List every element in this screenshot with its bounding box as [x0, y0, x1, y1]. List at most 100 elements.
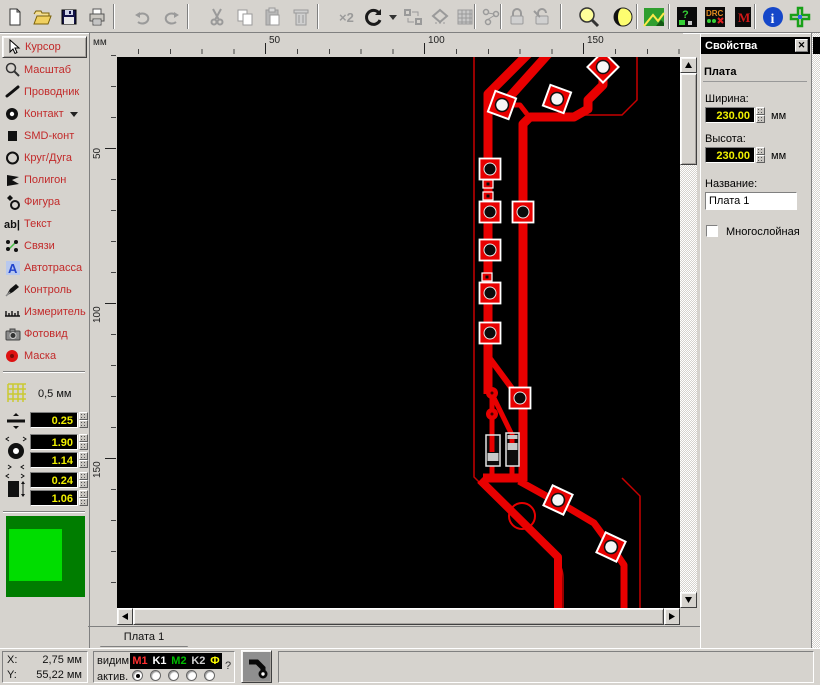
scroll-left-button[interactable]: [117, 608, 133, 625]
radio-layer-k1[interactable]: [150, 670, 161, 681]
pad-hole-value[interactable]: 1.14: [30, 452, 78, 468]
paste-button[interactable]: [260, 4, 285, 29]
horizontal-scrollbar[interactable]: [117, 608, 680, 625]
grid-button[interactable]: [6, 382, 28, 404]
properties-titlebar[interactable]: Свойства ✕: [701, 37, 810, 54]
board-name-input[interactable]: [705, 192, 797, 210]
tool-text[interactable]: ab| Текст: [2, 213, 87, 235]
delete-button[interactable]: [288, 4, 313, 29]
spinner-up[interactable]: [79, 490, 88, 498]
radio-layer-m2[interactable]: [168, 670, 179, 681]
spinner-up[interactable]: [79, 452, 88, 460]
duplicate-x2-button[interactable]: ×2: [334, 4, 359, 29]
layer-f[interactable]: Ф: [210, 655, 219, 667]
spinner-down[interactable]: [756, 155, 765, 163]
height-spinner[interactable]: [756, 147, 765, 163]
spinner-up[interactable]: [79, 434, 88, 442]
track-width-value[interactable]: 0.25: [30, 412, 78, 428]
vertical-scrollbar[interactable]: [680, 57, 697, 608]
pad-hole-spinner[interactable]: [79, 452, 88, 468]
spinner-up[interactable]: [756, 107, 765, 115]
radio-layer-m1[interactable]: [132, 670, 143, 681]
tool-autoroute[interactable]: A Автотрасса: [2, 257, 87, 279]
pcb-canvas[interactable]: [117, 57, 680, 608]
lock-button[interactable]: [504, 4, 529, 29]
layer-k1[interactable]: K1: [152, 655, 166, 667]
smd-width-spinner[interactable]: [79, 472, 88, 488]
docked-panel-titlebar[interactable]: [813, 37, 820, 54]
grid-value-label[interactable]: 0,5 мм: [38, 388, 71, 400]
layer-k2[interactable]: K2: [191, 655, 205, 667]
contrast-view-button[interactable]: [610, 4, 635, 29]
tool-mask[interactable]: Маска: [2, 345, 87, 367]
flip-shape-button[interactable]: [427, 4, 452, 29]
tool-zoom[interactable]: Масштаб: [2, 59, 87, 81]
tool-figure[interactable]: Фигура: [2, 191, 87, 213]
width-value[interactable]: 230.00: [705, 107, 755, 123]
scroll-right-button[interactable]: [664, 608, 680, 625]
rotate-dropdown-button[interactable]: [386, 4, 399, 29]
radio-layer-f[interactable]: [204, 670, 215, 681]
macros-button[interactable]: M: [730, 4, 755, 29]
spinner-down[interactable]: [79, 420, 88, 428]
scrollbar-thumb[interactable]: [680, 73, 697, 165]
pad-dropdown-arrow-icon[interactable]: [70, 110, 79, 118]
scroll-up-button[interactable]: [680, 57, 697, 73]
new-document-button[interactable]: [2, 4, 27, 29]
spinner-down[interactable]: [79, 480, 88, 488]
tool-photo-view[interactable]: Фотовид: [2, 323, 87, 345]
tool-cursor[interactable]: Курсор: [2, 36, 87, 58]
close-icon[interactable]: ✕: [795, 39, 808, 52]
unlock-button[interactable]: [529, 4, 554, 29]
info-button[interactable]: i: [760, 4, 785, 29]
scrollbar-thumb[interactable]: [133, 608, 664, 625]
track-width-spinner[interactable]: [79, 412, 88, 428]
layer-m2[interactable]: M2: [171, 655, 186, 667]
pad-outer-spinner[interactable]: [79, 434, 88, 450]
move-pads-button[interactable]: [400, 4, 425, 29]
smd-width-value[interactable]: 0.24: [30, 472, 78, 488]
tool-pad[interactable]: Контакт: [2, 103, 87, 125]
zoom-tool-button[interactable]: [576, 4, 601, 29]
radio-layer-k2[interactable]: [186, 670, 197, 681]
spinner-up[interactable]: [79, 472, 88, 480]
tool-smd-pad[interactable]: SMD-конт: [2, 125, 87, 147]
smd-height-value[interactable]: 1.06: [30, 490, 78, 506]
find-component-button[interactable]: ?: [674, 4, 699, 29]
rotate-button[interactable]: [361, 4, 386, 29]
tool-probe[interactable]: Контроль: [2, 279, 87, 301]
smd-height-spinner[interactable]: [79, 490, 88, 506]
spinner-down[interactable]: [79, 442, 88, 450]
cursor-icon: [3, 38, 25, 56]
width-spinner[interactable]: [756, 107, 765, 123]
undo-button[interactable]: [130, 4, 155, 29]
layer-m1[interactable]: M1: [132, 655, 147, 667]
target-pointer-button[interactable]: [787, 4, 812, 29]
tab-plata1[interactable]: Плата 1: [100, 627, 188, 647]
save-file-button[interactable]: [56, 4, 81, 29]
cut-button[interactable]: [204, 4, 229, 29]
drc-check-button[interactable]: DRC: [702, 4, 727, 29]
copy-button[interactable]: [232, 4, 257, 29]
open-file-button[interactable]: [29, 4, 54, 29]
tool-links[interactable]: Связи: [2, 235, 87, 257]
spinner-down[interactable]: [79, 460, 88, 468]
spinner-up[interactable]: [756, 147, 765, 155]
spinner-down[interactable]: [756, 115, 765, 123]
redo-button[interactable]: [158, 4, 183, 29]
tool-measure[interactable]: Измеритель: [2, 301, 87, 323]
height-value[interactable]: 230.00: [705, 147, 755, 163]
tool-circle-arc[interactable]: Круг/Дуга: [2, 147, 87, 169]
scroll-down-button[interactable]: [680, 592, 697, 608]
layers-help-link[interactable]: ?: [225, 660, 231, 672]
photo-preview-button[interactable]: [641, 4, 666, 29]
spinner-down[interactable]: [79, 498, 88, 506]
spinner-up[interactable]: [79, 412, 88, 420]
print-button[interactable]: [84, 4, 109, 29]
multilayer-checkbox[interactable]: [706, 225, 718, 237]
tool-polygon[interactable]: Полигон: [2, 169, 87, 191]
pad-outer-value[interactable]: 1.90: [30, 434, 78, 450]
trace-mode-button[interactable]: [241, 650, 272, 683]
tool-wire[interactable]: Проводник: [2, 81, 87, 103]
layer-name-strip[interactable]: M1 K1 M2 K2 Ф: [130, 653, 222, 669]
